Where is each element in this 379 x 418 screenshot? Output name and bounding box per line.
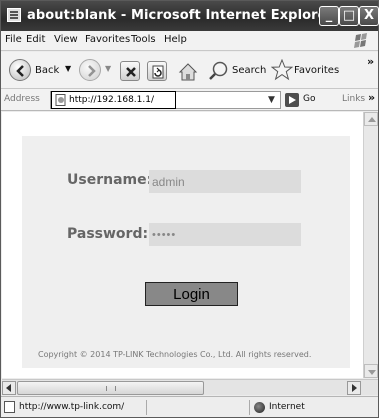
internet-zone-icon bbox=[254, 402, 265, 413]
back-label[interactable]: Back bbox=[35, 65, 59, 76]
ie-page-icon bbox=[7, 8, 21, 22]
password-label: Password: bbox=[67, 226, 149, 242]
home-icon bbox=[178, 63, 198, 81]
status-divider bbox=[146, 400, 147, 415]
go-label[interactable]: Go bbox=[303, 94, 315, 104]
address-bar: Address http://192.168.1.1/ ▼ Go Links» bbox=[1, 89, 378, 111]
toolbar: Back ▼ ▼ Search Favorites » bbox=[1, 52, 378, 89]
menu-favorites[interactable]: Favorites bbox=[85, 34, 130, 45]
scroll-right-icon[interactable] bbox=[347, 381, 361, 395]
title-bar[interactable]: about:blank - Microsoft Internet Explore… bbox=[1, 1, 379, 31]
vertical-scrollbar[interactable] bbox=[363, 112, 378, 378]
back-dropdown-icon[interactable]: ▼ bbox=[65, 64, 71, 73]
links-overflow-icon[interactable]: » bbox=[368, 91, 375, 104]
address-dropdown-icon[interactable]: ▼ bbox=[268, 95, 275, 105]
back-arrow-icon bbox=[16, 65, 24, 77]
status-page-icon bbox=[4, 401, 15, 413]
favorites-label[interactable]: Favorites bbox=[294, 65, 339, 76]
stop-icon bbox=[126, 67, 136, 77]
windows-logo-icon bbox=[354, 33, 367, 48]
menu-view[interactable]: View bbox=[54, 34, 78, 45]
browser-window: about:blank - Microsoft Internet Explore… bbox=[0, 0, 379, 418]
page-viewport: Username: Password: ••••• Login Copyrigh… bbox=[2, 112, 363, 378]
status-url: http://www.tp-link.com/ bbox=[19, 402, 125, 412]
search-label[interactable]: Search bbox=[232, 65, 266, 76]
username-input[interactable] bbox=[149, 170, 301, 193]
forward-arrow-icon bbox=[88, 65, 96, 77]
menu-help[interactable]: Help bbox=[164, 34, 187, 45]
address-input[interactable]: http://192.168.1.1/ ▼ bbox=[50, 91, 281, 109]
address-label: Address bbox=[4, 94, 40, 104]
url-highlight-box bbox=[51, 91, 176, 109]
back-button[interactable] bbox=[9, 59, 31, 81]
minimize-button[interactable]: _ bbox=[319, 6, 339, 26]
refresh-icon bbox=[152, 65, 164, 79]
stop-button[interactable] bbox=[120, 61, 140, 81]
horizontal-scroll-thumb[interactable] bbox=[17, 381, 204, 395]
password-input[interactable]: ••••• bbox=[149, 223, 301, 246]
scroll-up-icon[interactable] bbox=[364, 112, 378, 126]
security-zone-label: Internet bbox=[269, 402, 305, 412]
horizontal-scrollbar[interactable] bbox=[2, 379, 378, 395]
copyright-text: Copyright © 2014 TP-LINK Technologies Co… bbox=[38, 350, 312, 359]
forward-button[interactable] bbox=[79, 59, 101, 81]
menu-edit[interactable]: Edit bbox=[26, 34, 45, 45]
username-label: Username: bbox=[67, 172, 153, 188]
menu-bar: File Edit View Favorites Tools Help bbox=[1, 31, 378, 51]
menu-tools[interactable]: Tools bbox=[131, 34, 156, 45]
login-button[interactable]: Login bbox=[145, 282, 238, 306]
status-divider bbox=[249, 400, 250, 415]
forward-dropdown-icon[interactable]: ▼ bbox=[105, 64, 111, 73]
links-label[interactable]: Links bbox=[342, 94, 365, 104]
search-icon[interactable] bbox=[208, 60, 230, 82]
window-title: about:blank - Microsoft Internet Explore… bbox=[27, 8, 334, 23]
status-bar: http://www.tp-link.com/ Internet bbox=[1, 396, 378, 417]
home-button[interactable] bbox=[175, 59, 198, 81]
scroll-left-icon[interactable] bbox=[2, 381, 16, 395]
menu-file[interactable]: File bbox=[5, 34, 22, 45]
toolbar-overflow-icon[interactable]: » bbox=[367, 55, 374, 68]
refresh-button[interactable] bbox=[147, 61, 167, 81]
maximize-button[interactable]: □ bbox=[339, 6, 359, 26]
go-button[interactable] bbox=[285, 93, 299, 107]
scroll-down-icon[interactable] bbox=[364, 364, 378, 378]
favorites-star-icon[interactable] bbox=[271, 59, 293, 81]
login-panel: Username: Password: ••••• Login Copyrigh… bbox=[22, 136, 350, 368]
close-button[interactable]: X bbox=[359, 6, 379, 26]
